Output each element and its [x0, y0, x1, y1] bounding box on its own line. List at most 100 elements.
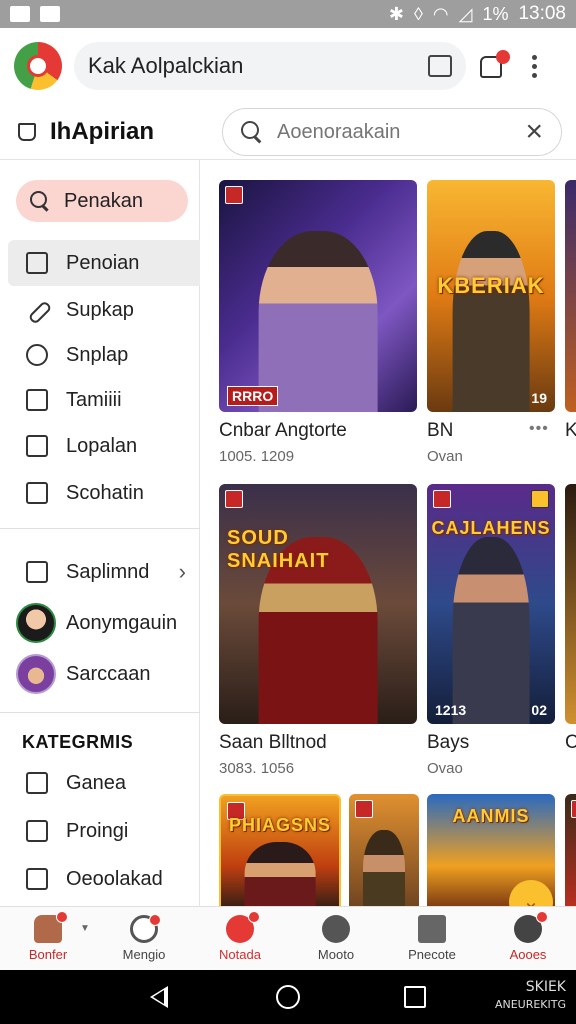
sidebar-search-pill[interactable]: Penakan — [16, 180, 188, 222]
sidebar-item-label: Tamiiii — [66, 388, 122, 411]
sidebar-item-label: Oeoolakad — [66, 867, 163, 890]
chart-icon — [26, 820, 48, 842]
sidebar-item-snplap[interactable]: Snplap — [8, 332, 200, 378]
sidebar-item-label: Penoian — [66, 251, 140, 274]
tab-mooto[interactable]: Mooto — [288, 907, 384, 970]
notification-icon — [10, 6, 30, 22]
avatar — [16, 603, 56, 643]
game-title: Saan Blltnod — [219, 732, 327, 753]
sidebar-item-tamiiii[interactable]: Tamiiii — [8, 377, 200, 423]
clock-icon — [322, 915, 350, 943]
check-box-icon — [26, 389, 48, 411]
sidebar-item-label: Ganea — [66, 771, 127, 794]
search-bar[interactable]: × — [222, 108, 562, 156]
game-thumbnail[interactable]: CAJLAHENS 1213 02 — [427, 484, 555, 724]
game-art-title: SOUD SNAIHAIT — [227, 527, 330, 573]
search-icon — [30, 191, 50, 211]
page-header: IhApirian × — [0, 104, 576, 160]
tab-label: Mooto — [317, 947, 355, 962]
trend-icon — [26, 435, 48, 457]
sidebar-item-penoian[interactable]: Penoian — [8, 240, 200, 286]
tab-label: Pnecote — [408, 947, 456, 962]
game-title: K — [565, 420, 576, 441]
close-icon[interactable]: × — [525, 117, 543, 147]
game-thumbnail[interactable] — [565, 794, 576, 906]
divider — [0, 712, 200, 713]
game-meta: Ovao — [427, 760, 463, 777]
sidebar-item-ganea[interactable]: Ganea — [8, 760, 200, 806]
tab-label: Aooes — [509, 947, 547, 962]
vibrate-icon: ◊ — [413, 3, 423, 24]
rating-badge — [433, 490, 451, 508]
thumbnail-label: 19 — [531, 390, 547, 406]
tab-pnecote[interactable]: Pnecote — [384, 907, 480, 970]
tab-notada[interactable]: Notada — [192, 907, 288, 970]
sidebar-item-sarccaan[interactable]: Sarccaan — [8, 651, 200, 697]
game-title: Cnbar Angtorte — [219, 420, 347, 441]
browser-toolbar: Kak Aolpalckian — [0, 28, 576, 104]
home-icon — [26, 868, 48, 890]
url-bar[interactable]: Kak Aolpalckian — [74, 42, 466, 90]
sidebar-item-label: Lopalan — [66, 434, 138, 457]
search-icon — [241, 121, 263, 143]
sidebar-item-proingi[interactable]: Proingi — [8, 808, 200, 854]
sidebar-item-label: Snplap — [66, 343, 129, 366]
more-options-icon[interactable]: ••• — [529, 420, 549, 438]
sidebar-item-label: Sarccaan — [66, 662, 151, 685]
sidebar-item-scohatin[interactable]: Scohatin — [8, 470, 200, 516]
game-thumbnail[interactable] — [349, 794, 419, 906]
image-notification-icon — [40, 6, 60, 22]
signal-icon: ◿ — [458, 3, 473, 24]
sidebar-item-oeoolakad[interactable]: Oeoolakad — [8, 856, 200, 902]
sidebar-item-saplimnd[interactable]: Saplimnd › — [8, 549, 200, 595]
search-input[interactable] — [277, 120, 497, 144]
back-icon[interactable] — [150, 986, 168, 1008]
bluetooth-icon: ✱ — [388, 3, 404, 24]
recent-apps-icon[interactable] — [404, 986, 426, 1008]
sidebar-item-lopalan[interactable]: Lopalan — [8, 423, 200, 469]
content-grid: RRRO Cnbar Angtorte 1005. 1209 KBERIAK 1… — [201, 160, 576, 906]
tab-aooes[interactable]: Aooes — [480, 907, 576, 970]
status-bar: ✱ ◊ ◠ ◿ 1% 13:08 — [0, 0, 576, 28]
game-thumbnail[interactable]: SOUD SNAIHAIT — [219, 484, 417, 724]
chevron-right-icon: › — [178, 559, 186, 584]
page-title: IhApirian — [50, 117, 155, 145]
home-icon[interactable] — [276, 985, 300, 1009]
system-navigation-bar: SKIEK ANEUREKITG — [0, 970, 576, 1024]
sidebar-item-supkap[interactable]: Supkap — [8, 287, 200, 333]
thumbnail-label: RRRO — [227, 386, 279, 406]
store-icon — [418, 915, 446, 943]
watermark: SKIEK ANEUREKITG — [494, 979, 566, 1011]
url-text: Kak Aolpalckian — [88, 53, 244, 78]
tabs-icon[interactable] — [428, 55, 452, 77]
tab-label: Notada — [219, 947, 261, 962]
game-thumbnail[interactable] — [565, 484, 576, 724]
camera-icon — [26, 561, 48, 583]
game-title: Bays — [427, 732, 470, 753]
notification-badge — [496, 50, 510, 64]
game-thumbnail[interactable]: PHIAGSNS — [219, 794, 341, 906]
search-circle-icon — [26, 344, 48, 366]
heart-icon — [226, 911, 260, 943]
sidebar: Penakan Penoian Supkap Snplap Tamiiii Lo… — [0, 160, 200, 906]
game-meta: Ovan — [427, 448, 463, 465]
tab-mengio[interactable]: Mengio — [96, 907, 192, 970]
app-logo-icon[interactable] — [14, 42, 62, 90]
game-title: BN — [427, 420, 454, 441]
game-thumbnail[interactable]: KBERIAK 19 — [427, 180, 555, 412]
notifications-button[interactable] — [478, 50, 510, 80]
sidebar-search-label: Penakan — [64, 189, 143, 212]
sidebar-item-label: Proingi — [66, 819, 129, 842]
game-art-title: PHIAGSNS — [228, 814, 332, 835]
game-thumbnail[interactable] — [565, 180, 576, 412]
game-thumbnail[interactable]: RRRO — [219, 180, 417, 412]
rating-badge — [225, 490, 243, 508]
sidebar-item-aonymgauin[interactable]: Aonymgauin — [8, 600, 200, 646]
sidebar-item-label: Scohatin — [66, 481, 144, 504]
tab-bonfer[interactable]: ▼ Bonfer — [0, 907, 96, 970]
more-options-icon[interactable] — [532, 54, 537, 78]
game-art-title: AANMIS — [452, 806, 530, 826]
sidebar-item-label: Supkap — [66, 298, 134, 321]
sidebar-item-label: Aonymgauin — [66, 611, 178, 634]
clock: 13:08 — [518, 3, 566, 24]
